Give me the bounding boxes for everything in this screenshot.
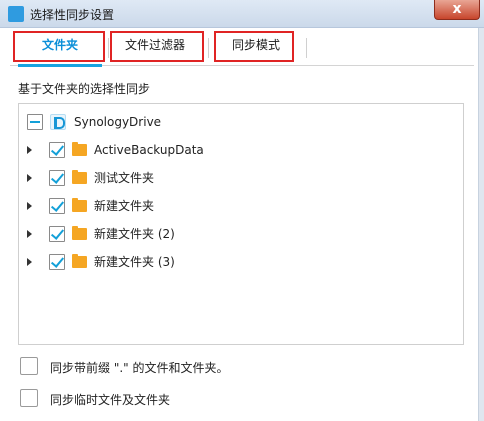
folder-icon <box>72 170 87 184</box>
tab-divider <box>208 38 209 58</box>
tree-row: ActiveBackupData <box>19 138 463 162</box>
tab-bar: 文件夹 文件过滤器 同步模式 <box>10 32 474 67</box>
folder-checkbox[interactable] <box>49 198 65 214</box>
tab-divider <box>306 38 307 58</box>
folder-checkbox[interactable] <box>49 170 65 186</box>
sync-dot-files-label: 同步带前缀 "." 的文件和文件夹。 <box>50 361 229 375</box>
section-label: 基于文件夹的选择性同步 <box>18 82 151 96</box>
folder-icon <box>72 226 87 240</box>
expand-arrow-icon[interactable] <box>27 202 32 210</box>
tree-root-row: SynologyDrive <box>19 110 463 134</box>
tree-row: 新建文件夹 <box>19 194 463 218</box>
tree-root-label: SynologyDrive <box>74 115 162 129</box>
folder-tree: SynologyDrive ActiveBackupData 测试文件夹 新建文… <box>18 103 464 345</box>
folder-label: ActiveBackupData <box>94 143 204 157</box>
synology-drive-app-icon <box>8 6 24 22</box>
option-sync-temp-files: 同步临时文件及文件夹 <box>20 389 460 409</box>
option-sync-dot-files: 同步带前缀 "." 的文件和文件夹。 <box>20 357 460 377</box>
tab-divider <box>108 38 109 58</box>
tree-row: 测试文件夹 <box>19 166 463 190</box>
folder-icon <box>72 142 87 156</box>
sync-dot-files-checkbox[interactable] <box>20 357 38 375</box>
tab-file-filter[interactable]: 文件过滤器 <box>110 32 200 66</box>
window-frame-edge <box>478 28 484 421</box>
root-checkbox[interactable] <box>27 114 43 130</box>
folder-checkbox[interactable] <box>49 226 65 242</box>
folder-checkbox[interactable] <box>49 254 65 270</box>
folder-label: 新建文件夹 (3) <box>94 255 175 269</box>
window-title: 选择性同步设置 <box>30 8 115 22</box>
folder-label: 新建文件夹 (2) <box>94 227 175 241</box>
tab-folders[interactable]: 文件夹 <box>14 32 106 67</box>
expand-arrow-icon[interactable] <box>27 230 32 238</box>
sync-temp-files-checkbox[interactable] <box>20 389 38 407</box>
expand-arrow-icon[interactable] <box>27 258 32 266</box>
synology-drive-icon <box>50 114 66 130</box>
sync-temp-files-label: 同步临时文件及文件夹 <box>50 393 171 407</box>
title-bar: 选择性同步设置 x <box>0 0 484 28</box>
folder-icon <box>72 254 87 268</box>
folder-icon <box>72 198 87 212</box>
tree-row: 新建文件夹 (2) <box>19 222 463 246</box>
folder-checkbox[interactable] <box>49 142 65 158</box>
expand-arrow-icon[interactable] <box>27 146 32 154</box>
tab-sync-mode[interactable]: 同步模式 <box>214 32 298 66</box>
folder-label: 新建文件夹 <box>94 199 155 213</box>
close-button[interactable]: x <box>434 0 480 20</box>
expand-arrow-icon[interactable] <box>27 174 32 182</box>
folder-label: 测试文件夹 <box>94 171 155 185</box>
tree-row: 新建文件夹 (3) <box>19 250 463 274</box>
